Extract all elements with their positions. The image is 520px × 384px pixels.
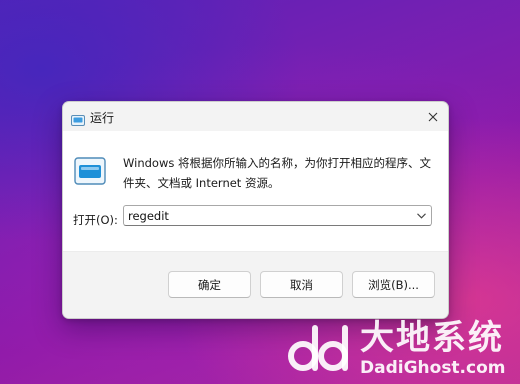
dialog-description: Windows 将根据你所输入的名称，为你打开相应的程序、文件夹、文档或 Int… (123, 156, 431, 190)
close-icon (428, 112, 438, 121)
watermark-name: 大地系统 (360, 318, 504, 358)
dropdown-button[interactable] (411, 206, 431, 225)
dialog-content: Windows 将根据你所输入的名称，为你打开相应的程序、文件夹、文档或 Int… (63, 131, 448, 251)
dd-logo (288, 325, 348, 371)
watermark-site: DadiGhost.com (360, 358, 506, 378)
close-button[interactable] (418, 102, 448, 131)
run-dialog: 运行 Windows 将根据你所输入的名称，为你打开相应的程序、文件夹、文档或 … (62, 101, 449, 319)
title-bar: 运行 (63, 102, 448, 131)
command-input[interactable] (124, 206, 409, 225)
command-combobox[interactable] (123, 205, 432, 226)
run-icon (71, 111, 85, 126)
watermark: 大地系统 DadiGhost.com (286, 318, 516, 380)
cancel-button[interactable]: 取消 (260, 271, 343, 298)
open-label-text: 打开(O): (73, 213, 118, 227)
button-bar: 确定 取消 浏览(B)... (63, 251, 448, 318)
chevron-down-icon (416, 212, 426, 219)
run-icon (74, 157, 106, 185)
open-label: 打开(O): (73, 212, 118, 228)
ok-button[interactable]: 确定 (168, 271, 251, 298)
window-title: 运行 (90, 111, 115, 125)
browse-button[interactable]: 浏览(B)... (352, 271, 435, 298)
